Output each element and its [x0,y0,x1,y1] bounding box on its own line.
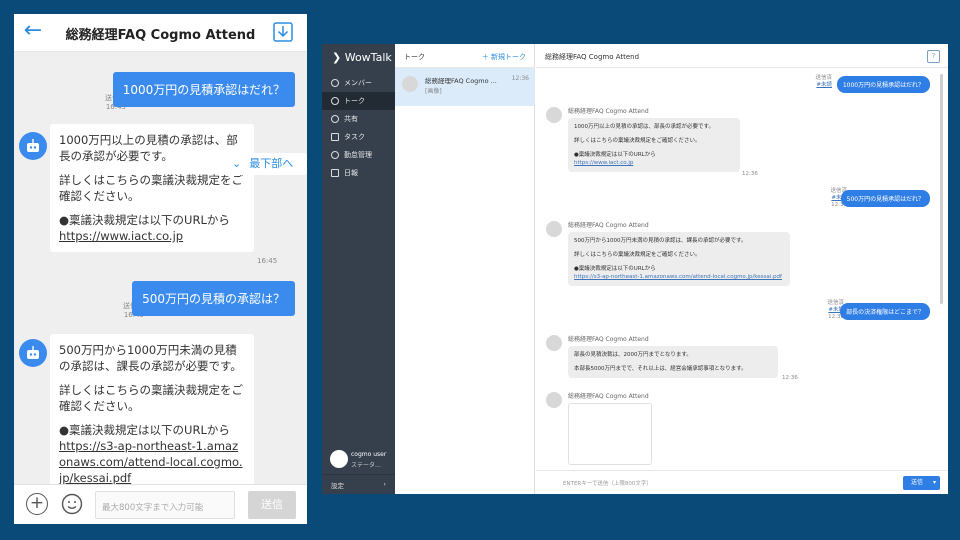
sender-name: 総務経理FAQ Cogmo Attend [568,393,649,400]
settings-button[interactable]: 設定 › [322,474,395,494]
avatar [330,450,348,468]
report-icon [331,169,339,177]
talk-time: 12:36 [511,75,529,82]
app-logo: ❯ WowTalk [332,51,392,64]
message-time: 12:36 [742,171,758,177]
bot-message: 1000万円以上の見積の承認は、部長の承認が必要です。 詳しくはこちらの稟議決裁… [568,118,740,172]
share-icon [331,115,339,123]
reply-text: ●稟議決裁規定は以下のURLから [59,213,230,227]
caret-down-icon: ▾ [932,479,936,486]
double-chevron-down-icon: ⌄ [232,157,242,170]
sidebar-item-report[interactable]: 日報 [322,164,395,182]
outgoing-message: 500万円の見積の承認は？ [132,281,295,316]
chat-panel: 総務経理FAQ Cogmo Attend ? 送信済 #未読 1000万円の見積承… [536,44,948,494]
talk-list-title: トーク [404,53,425,61]
message-input[interactable]: 最大800文字まで入力可能 [95,491,235,519]
chevron-right-icon: › [383,480,386,488]
bot-message: 1000万円以上の見積の承認は、部長の承認が必要です。 詳しくはこちらの稟議決裁… [50,124,254,252]
reply-text: 詳しくはこちらの稟議決裁規定をご確認ください。 [59,173,243,203]
outgoing-message: 500万円の見積承認はだれ？ [840,190,930,207]
sidebar-item-task[interactable]: タスク [322,128,395,146]
reply-link[interactable]: https://s3-ap-northeast-1.amazonaws.com/… [574,273,784,281]
outgoing-message: 1000万円の見積承認はだれ？ [112,72,295,107]
mobile-header: ← 総務経理FAQ Cogmo Attend [14,14,307,52]
user-profile[interactable]: cogmo user ステータ... [330,450,390,472]
reply-text: 詳しくはこちらの稟議決裁規定をご確認ください。 [59,383,243,413]
mobile-app: ← 総務経理FAQ Cogmo Attend 送信済 16:45 1000万円の… [14,14,307,524]
input-bar: + 最大800文字まで入力可能 送信 [14,484,307,524]
bot-message: 500万円から1000万円未満の見積の承認は、課長の承認が必要です。 詳しくはこ… [50,334,254,484]
outgoing-message: 部長の決済権限はどこまで？ [840,303,930,320]
scroll-to-bottom-button[interactable]: ⌄ 最下部へ [226,153,307,175]
send-button[interactable]: 送信 ▾ [903,476,940,490]
task-icon [331,133,339,141]
message-time: 16:45 [257,257,278,265]
image-attachment[interactable] [568,403,652,465]
message-time: 12:36 [782,375,798,381]
message-input[interactable]: ENTERキーで送信（上限800文字） [563,479,652,487]
talk-list-item[interactable]: 総務経理FAQ Cogmo ... [画像] 12:36 [395,68,535,106]
chat-header: 総務経理FAQ Cogmo Attend ? [536,44,948,68]
help-icon[interactable]: ? [927,50,940,63]
talk-list-header: トーク ＋ 新規トーク [395,44,535,68]
chat-area[interactable]: 送信済 16:45 1000万円の見積承認はだれ？ 1000万円以上の見積の承認… [14,52,307,484]
avatar [402,76,418,92]
logo-chevron-icon: ❯ [332,51,342,64]
message-meta: 送信済 #未読 [815,75,832,88]
talk-preview: [画像] [425,88,442,95]
new-talk-button[interactable]: ＋ 新規トーク [482,52,526,62]
reply-text: 1000万円以上の見積の承認は、部長の承認が必要です。 [59,133,238,163]
reply-link[interactable]: https://www.iact.co.jp [574,159,734,167]
reply-link[interactable]: https://www.iact.co.jp [59,228,245,244]
download-icon[interactable] [273,22,293,42]
bot-avatar [19,339,47,367]
bot-avatar [546,107,562,123]
smiley-icon[interactable] [61,493,83,515]
robot-icon [27,139,39,152]
user-status: ステータ... [351,462,381,469]
chat-title: 総務経理FAQ Cogmo Attend [65,28,256,43]
reply-link[interactable]: https://s3-ap-northeast-1.amazonaws.com/… [59,438,245,484]
person-icon [331,79,339,87]
sender-name: 総務経理FAQ Cogmo Attend [568,222,649,229]
plus-icon[interactable]: + [26,493,48,515]
chat-title: 総務経理FAQ Cogmo Attend [545,53,640,61]
bot-avatar [546,221,562,237]
desktop-app: ❯ WowTalk メンバー トーク 共有 タスク 勤怠管理 日報 cogmo … [322,44,948,494]
sidebar-item-talk[interactable]: トーク [322,92,395,110]
bot-message: 部長の見積決裁は、2000万円までとなります。 本部長5000万円までで、それ以… [568,346,778,378]
bot-avatar [19,132,47,160]
bot-avatar [546,392,562,408]
robot-icon [27,346,39,359]
reply-text: 500万円から1000万円未満の見積の承認は、課長の承認が必要です。 [59,343,242,373]
bot-avatar [546,335,562,351]
back-arrow-icon[interactable]: ← [20,19,46,45]
talk-name: 総務経理FAQ Cogmo ... [425,77,497,85]
sender-name: 総務経理FAQ Cogmo Attend [568,108,649,115]
sender-name: 総務経理FAQ Cogmo Attend [568,336,649,343]
input-bar: ENTERキーで送信（上限800文字） 送信 ▾ [536,470,948,494]
user-name: cogmo user [351,451,387,458]
sidebar: ❯ WowTalk メンバー トーク 共有 タスク 勤怠管理 日報 cogmo … [322,44,395,494]
send-button[interactable]: 送信 [248,491,296,519]
outgoing-message: 1000万円の見積承認はだれ？ [836,76,930,93]
bot-message: 500万円から1000万円未満の見積の承認は、課長の承認が必要です。 詳しくはこ… [568,232,790,286]
clock-icon [331,151,339,159]
sidebar-item-share[interactable]: 共有 [322,110,395,128]
talk-list: トーク ＋ 新規トーク 総務経理FAQ Cogmo ... [画像] 12:36 [395,44,535,494]
reply-text: ●稟議決裁規定は以下のURLから [59,423,230,437]
chat-icon [331,97,339,105]
sidebar-item-members[interactable]: メンバー [322,74,395,92]
scrollbar[interactable] [940,74,943,304]
sidebar-item-attendance[interactable]: 勤怠管理 [322,146,395,164]
